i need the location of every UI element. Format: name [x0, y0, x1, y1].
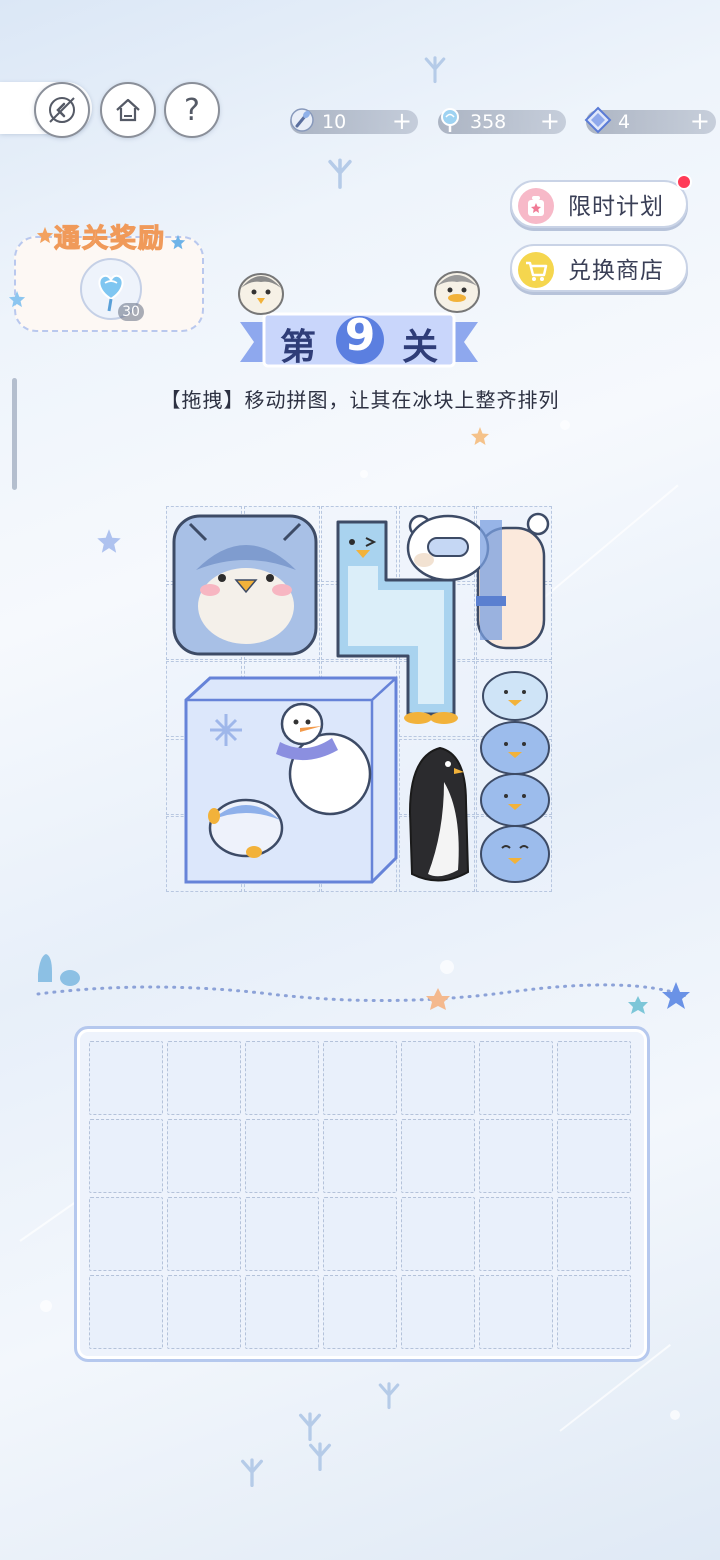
level-instruction: 【拖拽】移动拼图，让其在冰块上整齐排列: [160, 388, 560, 412]
diamond-add-button[interactable]: +: [690, 109, 710, 133]
exchange-shop-label: 兑换商店: [568, 258, 664, 284]
notification-badge: [676, 174, 692, 190]
reward-item-count: 30: [118, 303, 144, 321]
tray-slot[interactable]: [557, 1275, 631, 1349]
back-arrow-icon: [49, 97, 75, 123]
back-button[interactable]: [34, 82, 90, 138]
tray-slot[interactable]: [323, 1197, 397, 1271]
dotted-divider: [36, 954, 690, 1014]
lollipop-add-button[interactable]: +: [540, 109, 560, 133]
tray-slot[interactable]: [479, 1041, 553, 1115]
level-number: 9: [344, 310, 376, 361]
tray-slot[interactable]: [323, 1041, 397, 1115]
snow-dot: [360, 470, 368, 478]
stacked-penguins-piece[interactable]: [478, 666, 552, 888]
tray-slot[interactable]: [245, 1041, 319, 1115]
tray-slot[interactable]: [167, 1197, 241, 1271]
footprint-icon: [424, 56, 446, 84]
tray-slot[interactable]: [167, 1275, 241, 1349]
clear-reward-title: 通关奖励: [53, 223, 166, 254]
tray-slot[interactable]: [245, 1197, 319, 1271]
diamond-count: 4: [618, 111, 631, 133]
tray-slot[interactable]: [167, 1041, 241, 1115]
lollipop-resource-bar: 358 +: [438, 108, 566, 134]
diamond-resource-bar: 4 +: [584, 106, 716, 134]
shovel-add-button[interactable]: +: [392, 109, 412, 133]
exchange-shop-button[interactable]: 兑换商店: [510, 244, 688, 292]
snow-dot: [670, 1410, 680, 1420]
fat-penguin-icon: [172, 514, 318, 656]
shovel-icon: [286, 104, 318, 136]
black-penguin-icon: [408, 746, 470, 882]
diamond-icon: [582, 104, 614, 136]
tray-slot[interactable]: [89, 1119, 163, 1193]
tray-slot[interactable]: [401, 1197, 475, 1271]
tray-slot[interactable]: [479, 1197, 553, 1271]
star-icon: [170, 234, 186, 250]
footprint-icon: [309, 1442, 331, 1471]
question-icon: ?: [184, 92, 200, 128]
help-button[interactable]: ?: [164, 82, 220, 138]
star-icon: [36, 226, 54, 244]
star-icon: [8, 290, 26, 308]
footprint-icon: [299, 1412, 321, 1441]
tray-slot[interactable]: [557, 1041, 631, 1115]
lollipop-count: 358: [470, 111, 507, 133]
tray-slot[interactable]: [89, 1197, 163, 1271]
home-icon: [116, 98, 140, 122]
footprint-icon: [378, 1382, 400, 1410]
tray-slot[interactable]: [167, 1119, 241, 1193]
mini-penguin-icon: [434, 271, 480, 313]
light-streak: [539, 484, 679, 602]
tray-slot[interactable]: [557, 1119, 631, 1193]
mini-penguin-icon: [238, 273, 284, 315]
star-icon: [97, 529, 121, 553]
snow-dot: [40, 1300, 52, 1312]
tray-slot[interactable]: [245, 1119, 319, 1193]
gift-icon: [518, 188, 554, 224]
footprint-icon: [328, 158, 352, 189]
penguin-stack-icon: [480, 671, 550, 883]
piece-tray: [74, 1026, 650, 1362]
footprint-icon: [241, 1458, 263, 1487]
snowman-ice-block-piece[interactable]: [176, 670, 400, 888]
polar-bear-piece[interactable]: [402, 508, 552, 658]
star-icon: [471, 427, 489, 445]
limited-plan-label: 限时计划: [568, 194, 664, 220]
tray-slot[interactable]: [401, 1119, 475, 1193]
shovel-count: 10: [322, 111, 347, 133]
tray-slot[interactable]: [479, 1275, 553, 1349]
fat-penguin-piece[interactable]: [172, 510, 320, 658]
tray-slot[interactable]: [323, 1119, 397, 1193]
tray-slot[interactable]: [245, 1275, 319, 1349]
snowman-icon: [184, 676, 398, 884]
cart-icon: [518, 252, 554, 288]
shovel-resource-bar: 10 +: [290, 108, 418, 134]
tray-slot[interactable]: [557, 1197, 631, 1271]
lollipop-icon: [434, 104, 466, 136]
tray-slot[interactable]: [479, 1119, 553, 1193]
tray-slot[interactable]: [323, 1275, 397, 1349]
tray-slot[interactable]: [89, 1275, 163, 1349]
tray-slot[interactable]: [401, 1275, 475, 1349]
home-button[interactable]: [100, 82, 156, 138]
tray-slot[interactable]: [401, 1041, 475, 1115]
tray-slot[interactable]: [89, 1041, 163, 1115]
puzzle-board: [166, 506, 554, 894]
limited-plan-button[interactable]: 限时计划: [510, 174, 692, 228]
level-suffix: 关: [402, 327, 439, 368]
polar-bear-icon: [406, 512, 550, 650]
snow-dot: [560, 420, 570, 430]
black-penguin-piece[interactable]: [404, 742, 474, 888]
level-prefix: 第: [280, 327, 317, 368]
